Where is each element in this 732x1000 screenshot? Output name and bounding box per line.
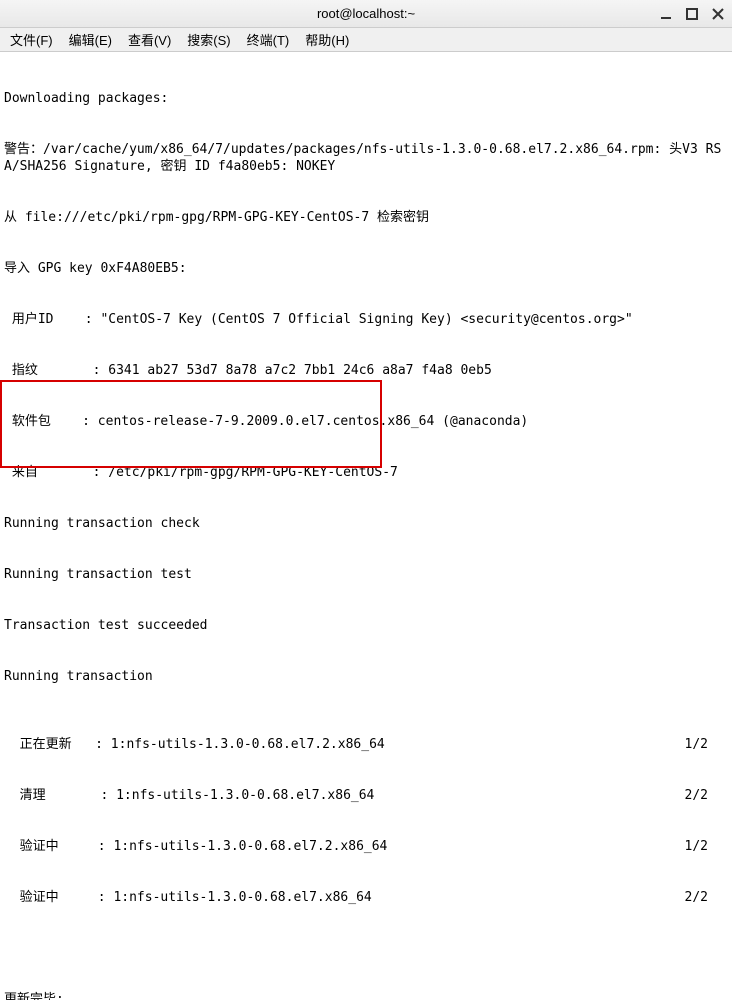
maximize-button[interactable] [684,6,700,22]
output-line: Running transaction check [4,515,728,532]
output-line: Transaction test succeeded [4,617,728,634]
close-icon [712,8,724,20]
menu-edit[interactable]: 编辑(E) [65,28,116,51]
output-line: 用户ID : "CentOS-7 Key (CentOS 7 Official … [4,311,728,328]
progress-label: 验证中 : 1:nfs-utils-1.3.0-0.68.el7.x86_64 [4,889,372,906]
window-controls [658,6,726,22]
output-line: Running transaction test [4,566,728,583]
output-line: 正在更新 : 1:nfs-utils-1.3.0-0.68.el7.2.x86_… [4,736,728,753]
progress-label: 清理 : 1:nfs-utils-1.3.0-0.68.el7.x86_64 [4,787,374,804]
close-button[interactable] [710,6,726,22]
menubar: 文件(F) 编辑(E) 查看(V) 搜索(S) 终端(T) 帮助(H) [0,28,732,52]
menu-help[interactable]: 帮助(H) [301,28,353,51]
terminal-output[interactable]: Downloading packages: 警告：/var/cache/yum/… [0,52,732,1000]
menu-search[interactable]: 搜索(S) [183,28,234,51]
progress-count: 1/2 [685,838,728,855]
progress-count: 2/2 [685,889,728,906]
output-line: 来自 : /etc/pki/rpm-gpg/RPM-GPG-KEY-CentOS… [4,464,728,481]
maximize-icon [686,8,698,20]
output-line: Running transaction [4,668,728,685]
window-titlebar: root@localhost:~ [0,0,732,28]
output-line: Downloading packages: [4,90,728,107]
output-line: 指纹 : 6341 ab27 53d7 8a78 a7c2 7bb1 24c6 … [4,362,728,379]
output-line: 更新完毕: [4,991,728,1000]
minimize-icon [660,8,672,20]
progress-count: 1/2 [685,736,728,753]
output-line: 导入 GPG key 0xF4A80EB5: [4,260,728,277]
output-line: 从 file:///etc/pki/rpm-gpg/RPM-GPG-KEY-Ce… [4,209,728,226]
window-title: root@localhost:~ [317,6,415,21]
output-line: 清理 : 1:nfs-utils-1.3.0-0.68.el7.x86_64 2… [4,787,728,804]
menu-view[interactable]: 查看(V) [124,28,175,51]
menu-terminal[interactable]: 终端(T) [243,28,294,51]
output-line: 验证中 : 1:nfs-utils-1.3.0-0.68.el7.x86_64 … [4,889,728,906]
output-line: 验证中 : 1:nfs-utils-1.3.0-0.68.el7.2.x86_6… [4,838,728,855]
menu-file[interactable]: 文件(F) [6,28,57,51]
progress-label: 验证中 : 1:nfs-utils-1.3.0-0.68.el7.2.x86_6… [4,838,387,855]
output-line: 软件包 : centos-release-7-9.2009.0.el7.cent… [4,413,728,430]
output-line: 警告：/var/cache/yum/x86_64/7/updates/packa… [4,141,728,175]
progress-count: 2/2 [685,787,728,804]
progress-label: 正在更新 : 1:nfs-utils-1.3.0-0.68.el7.2.x86_… [4,736,385,753]
minimize-button[interactable] [658,6,674,22]
